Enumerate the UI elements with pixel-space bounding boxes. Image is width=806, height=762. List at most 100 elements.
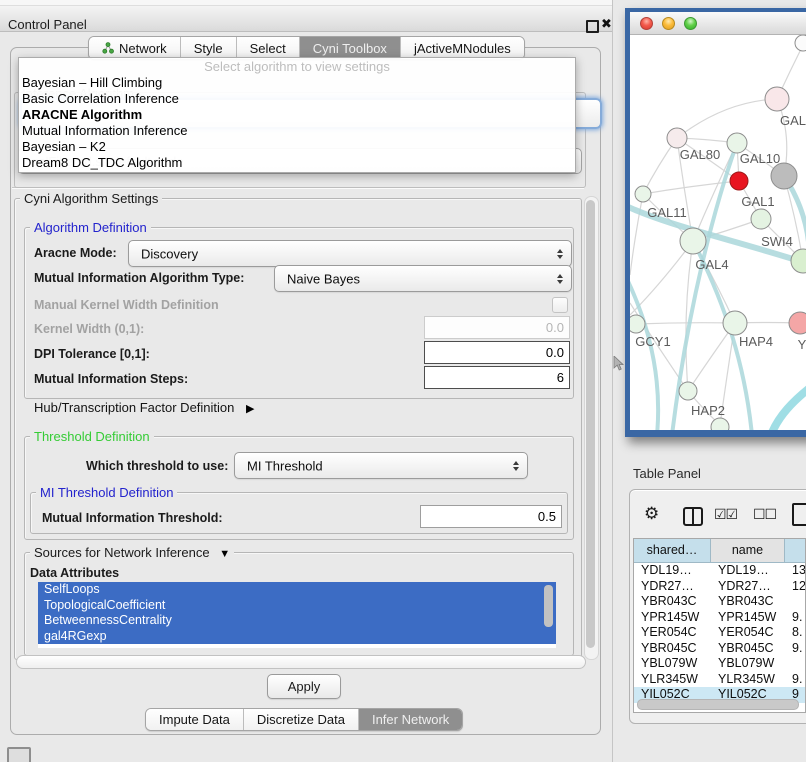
attribute-item[interactable]: SelfLoops [38,582,556,598]
minimize-traffic-light-icon[interactable] [662,17,675,30]
network-node-gal1[interactable] [730,172,748,190]
tab-infer-network[interactable]: Infer Network [358,709,462,730]
table-cell: YDR27… [711,579,785,595]
float-window-icon[interactable] [586,20,599,33]
network-node-label: GAL [780,113,806,128]
network-edge-thick[interactable] [771,383,806,430]
table-row[interactable]: YLR345WYLR345W9. [634,672,805,688]
attribute-item[interactable]: TopologicalCoefficient [38,598,556,614]
panel-title: Control Panel [8,17,87,32]
mi-steps-input[interactable] [424,366,570,389]
network-node-gal[interactable] [765,87,789,111]
data-attributes-list[interactable]: SelfLoopsTopologicalCoefficientBetweenne… [38,582,556,648]
which-threshold-label: Which threshold to use: [86,459,228,473]
table-cell: 9. [785,610,806,626]
sources-title: Sources for Network Inference [34,545,210,560]
close-icon[interactable]: ✖ [601,16,612,32]
table-export-icon[interactable] [792,503,806,526]
network-node-y[interactable] [789,312,806,334]
mi-type-value: Naive Bayes [287,271,360,286]
sources-group-label[interactable]: Sources for Network Inference ▼ [30,545,234,560]
network-canvas-container[interactable]: GALGAL80GAL10GAL1GAL11SWI4GAL4GCY1HAP4YH… [630,35,806,430]
algorithm-option[interactable]: Dream8 DC_TDC Algorithm [19,155,575,171]
network-node-gal11[interactable] [635,186,651,202]
network-node-gcy1[interactable] [630,315,645,333]
manual-kernel-checkbox[interactable] [552,297,568,313]
application-window: Control Panel ✖ Network Style Select Cyn… [0,0,806,762]
hub-definition-toggle[interactable]: Hub/Transcription Factor Definition ▶ [34,400,254,415]
column-header-cut[interactable] [785,539,806,563]
table-cell: YBR043C [711,594,785,610]
algorithm-option[interactable]: Bayesian – K2 [19,139,575,155]
mi-threshold-input[interactable] [420,505,562,528]
network-canvas[interactable]: GALGAL80GAL10GAL1GAL11SWI4GAL4GCY1HAP4YH… [630,35,806,430]
unselect-all-columns-icon[interactable]: ☐☐ [753,506,776,523]
network-view-window[interactable]: GALGAL80GAL10GAL1GAL11SWI4GAL4GCY1HAP4YH… [625,8,806,437]
table-cell: YBR045C [711,641,785,657]
table-row[interactable]: YBR045CYBR045C9. [634,641,805,657]
network-node-gal4[interactable] [680,228,706,254]
attributes-list-scrollbar[interactable] [544,585,553,627]
tab-jactivemnodules[interactable]: jActiveMNodules [400,37,524,59]
tab-style[interactable]: Style [180,37,236,59]
network-node-label: GAL80 [680,147,720,162]
tab-impute-data[interactable]: Impute Data [146,709,243,730]
attribute-item[interactable]: BetweennessCentrality [38,613,556,629]
table-horizontal-scrollbar[interactable] [637,699,799,710]
dpi-tolerance-input[interactable] [424,341,570,364]
table-cell: YBL079W [634,656,711,672]
table-row[interactable]: YPR145WYPR145W9. [634,610,805,626]
attribute-item[interactable]: gal4RGexp [38,629,556,645]
table-cell: 9. [785,672,806,688]
node-table[interactable]: shared… name YDL19…YDL19…13YDR27…YDR27…1… [633,538,806,713]
tab-discretize-data[interactable]: Discretize Data [243,709,358,730]
settings-horizontal-scrollbar[interactable] [16,655,586,669]
algorithm-option[interactable]: Basic Correlation Inference [19,91,575,107]
tab-cyni-toolbox[interactable]: Cyni Toolbox [299,37,400,59]
network-node-hap4[interactable] [723,311,747,335]
network-node-unlabeled[interactable] [795,35,806,51]
zoom-traffic-light-icon[interactable] [684,17,697,30]
scrollbar-thumb[interactable] [586,200,595,648]
table-cell: YDL19… [711,563,785,579]
table-cell [785,594,806,610]
network-node-label: GAL1 [741,194,774,209]
algorithm-option[interactable]: ARACNE Algorithm [19,107,575,123]
which-threshold-combobox[interactable]: MI Threshold [234,452,528,479]
algorithm-option[interactable]: Mutual Information Inference [19,123,575,139]
table-row[interactable]: YER054CYER054C8. [634,625,805,641]
column-header-name[interactable]: name [711,539,785,563]
network-edge-thick[interactable] [630,273,658,430]
tab-select[interactable]: Select [236,37,299,59]
table-row[interactable]: YBR043CYBR043C [634,594,805,610]
mi-type-combobox[interactable]: Naive Bayes [274,265,572,292]
network-window-titlebar[interactable] [630,12,806,35]
select-all-columns-icon[interactable]: ☑☑ [714,506,737,523]
network-node-unlabeled[interactable] [711,418,729,430]
stepper-arrows-icon [557,274,563,284]
apply-button[interactable]: Apply [267,674,341,699]
aracne-mode-combobox[interactable]: Discovery [128,240,572,267]
tab-style-label: Style [194,41,223,56]
network-node-gal10[interactable] [727,133,747,153]
collapsed-panel-icon[interactable] [7,747,31,762]
algorithm-option[interactable]: Bayesian – Hill Climbing [19,75,575,91]
tab-network[interactable]: Network [89,37,180,59]
network-node-swi4[interactable] [751,209,771,229]
columns-icon[interactable] [683,507,703,526]
table-panel-title: Table Panel [633,466,701,481]
kernel-width-input[interactable] [424,316,570,339]
gear-icon[interactable]: ⚙ [644,504,659,524]
table-row[interactable]: YBL079WYBL079W [634,656,805,672]
network-node-hap2[interactable] [679,382,697,400]
network-node-unlabeled[interactable] [791,249,806,273]
network-edge[interactable] [677,99,777,138]
table-row[interactable]: YDL19…YDL19…13 [634,563,805,579]
network-node-gal80[interactable] [667,128,687,148]
column-header-shared[interactable]: shared… [634,539,711,563]
close-traffic-light-icon[interactable] [640,17,653,30]
network-node-unlabeled[interactable] [771,163,797,189]
table-row[interactable]: YDR27…YDR27…12 [634,579,805,595]
settings-vertical-scrollbar[interactable] [584,196,599,660]
tab-discretize-data-label: Discretize Data [257,712,345,727]
